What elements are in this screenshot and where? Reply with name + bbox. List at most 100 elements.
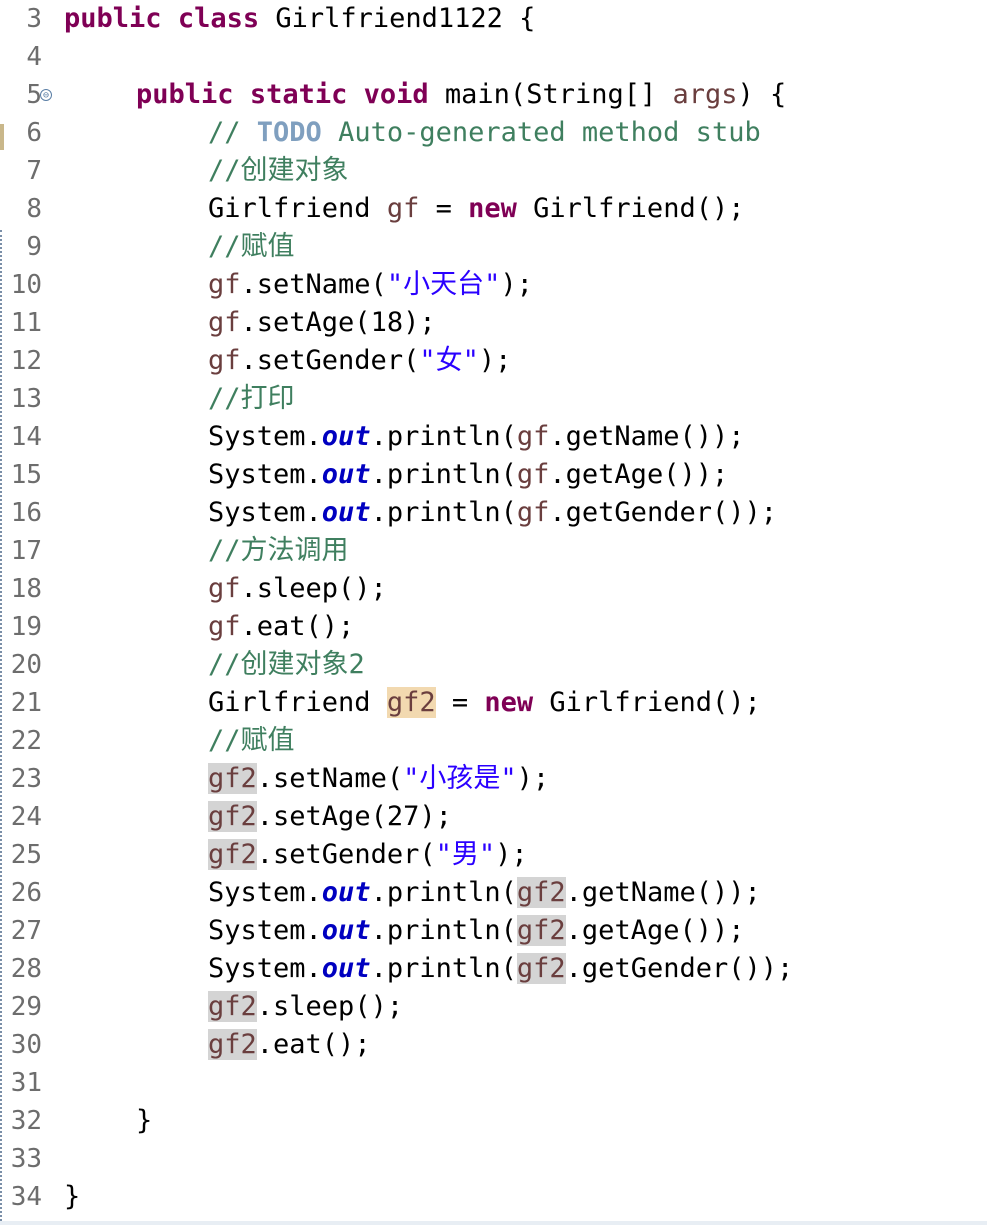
code-line[interactable]: 8 Girlfriend gf = new Girlfriend(); (0, 190, 987, 228)
statement: gf.setGender("女"); (208, 345, 512, 376)
code-line[interactable]: 20 //创建对象2 (0, 646, 987, 684)
code-line[interactable]: 29 gf2.sleep(); (0, 988, 987, 1026)
statement: gf2.setAge(27); (208, 801, 452, 832)
code-line[interactable]: 17 //方法调用 (0, 532, 987, 570)
comment: //创建对象2 (208, 649, 365, 680)
closing-brace: } (136, 1105, 153, 1136)
code-line[interactable]: 21 Girlfriend gf2 = new Girlfriend(); (0, 684, 987, 722)
line-number: 19 (10, 612, 42, 642)
code-line[interactable]: 15 System.out.println(gf.getAge()); (0, 456, 987, 494)
java-code-editor[interactable]: 3 public class Girlfriend1122 { 4 5 ⊖ pu… (0, 0, 987, 1225)
statement: gf2.eat(); (208, 1029, 371, 1060)
line-number: 27 (10, 916, 42, 946)
statement: Girlfriend gf2 = new Girlfriend(); (208, 687, 761, 718)
statement: gf.eat(); (208, 611, 355, 642)
line-number: 14 (10, 422, 42, 452)
code-line[interactable]: 19 gf.eat(); (0, 608, 987, 646)
todo-comment: // TODO Auto-generated method stub (208, 117, 761, 148)
line-number: 29 (10, 992, 42, 1022)
statement: gf.sleep(); (208, 573, 387, 604)
line-number: 5 (26, 80, 42, 110)
code-line[interactable]: 10 gf.setName("小天台"); (0, 266, 987, 304)
code-line[interactable]: 5 ⊖ public static void main(String[] arg… (0, 76, 987, 114)
occurrence-highlight: gf2 (516, 877, 566, 908)
code-line[interactable]: 7 //创建对象 (0, 152, 987, 190)
statement: gf.setName("小天台"); (208, 269, 533, 300)
comment: //赋值 (208, 725, 295, 756)
class-declaration: public class Girlfriend1122 { (64, 3, 536, 34)
code-line[interactable]: 30 gf2.eat(); (0, 1026, 987, 1064)
code-line[interactable]: 22 //赋值 (0, 722, 987, 760)
line-number: 3 (26, 4, 42, 34)
code-line[interactable]: 27 System.out.println(gf2.getAge()); (0, 912, 987, 950)
line-number: 13 (10, 384, 42, 414)
code-line[interactable]: 16 System.out.println(gf.getGender()); (0, 494, 987, 532)
statement: Girlfriend gf = new Girlfriend(); (208, 193, 745, 224)
line-number: 23 (10, 764, 42, 794)
occurrence-highlight: gf2 (208, 991, 257, 1022)
code-line[interactable]: 32 } (0, 1102, 987, 1140)
line-number: 20 (10, 650, 42, 680)
comment: //打印 (208, 383, 295, 414)
selected-identifier: gf2 (386, 687, 436, 718)
code-line[interactable]: 18 gf.sleep(); (0, 570, 987, 608)
code-line[interactable]: 28 System.out.println(gf2.getGender()); (0, 950, 987, 988)
line-number: 8 (26, 194, 42, 224)
line-number: 24 (10, 802, 42, 832)
line-number: 15 (10, 460, 42, 490)
line-number: 21 (10, 688, 42, 718)
code-line[interactable]: 33 (0, 1140, 987, 1178)
line-number: 7 (26, 156, 42, 186)
code-area[interactable]: 3 public class Girlfriend1122 { 4 5 ⊖ pu… (0, 0, 987, 1216)
line-number: 17 (10, 536, 42, 566)
line-number: 16 (10, 498, 42, 528)
line-number: 25 (10, 840, 42, 870)
comment: //赋值 (208, 231, 295, 262)
line-number: 18 (10, 574, 42, 604)
line-number: 12 (10, 346, 42, 376)
line-number: 9 (26, 232, 42, 262)
statement: gf.setAge(18); (208, 307, 436, 338)
line-number: 26 (10, 878, 42, 908)
statement: System.out.println(gf.getAge()); (208, 459, 729, 490)
closing-brace: } (64, 1181, 81, 1212)
line-number: 4 (26, 42, 42, 72)
occurrence-highlight: gf2 (208, 839, 257, 870)
code-line[interactable]: 34 } (0, 1178, 987, 1216)
statement: System.out.println(gf.getName()); (208, 421, 745, 452)
comment: //创建对象 (208, 155, 349, 186)
code-line[interactable]: 3 public class Girlfriend1122 { (0, 0, 987, 38)
fold-collapse-icon[interactable]: ⊖ (40, 89, 52, 101)
code-line[interactable]: 4 (0, 38, 987, 76)
statement: System.out.println(gf2.getGender()); (208, 953, 794, 984)
code-line[interactable]: 13 //打印 (0, 380, 987, 418)
line-number: 11 (10, 308, 42, 338)
code-line[interactable]: 9 //赋值 (0, 228, 987, 266)
code-line[interactable]: 11 gf.setAge(18); (0, 304, 987, 342)
code-line[interactable]: 14 System.out.println(gf.getName()); (0, 418, 987, 456)
code-line[interactable]: 26 System.out.println(gf2.getName()); (0, 874, 987, 912)
occurrence-highlight: gf2 (516, 915, 566, 946)
editor-bottom-edge (0, 1221, 987, 1225)
occurrence-highlight: gf2 (208, 801, 257, 832)
occurrence-highlight: gf2 (208, 763, 257, 794)
code-line[interactable]: 31 (0, 1064, 987, 1102)
code-line[interactable]: 23 gf2.setName("小孩是"); (0, 760, 987, 798)
code-line[interactable]: 6 // TODO Auto-generated method stub (0, 114, 987, 152)
code-line[interactable]: 24 gf2.setAge(27); (0, 798, 987, 836)
line-number: 28 (10, 954, 42, 984)
line-number: 10 (10, 270, 42, 300)
line-number: 30 (10, 1030, 42, 1060)
occurrence-highlight: gf2 (208, 1029, 257, 1060)
comment: //方法调用 (208, 535, 349, 566)
statement: gf2.setName("小孩是"); (208, 763, 550, 794)
line-number: 34 (10, 1182, 42, 1212)
statement: gf2.setGender("男"); (208, 839, 528, 870)
code-line[interactable]: 25 gf2.setGender("男"); (0, 836, 987, 874)
code-line[interactable]: 12 gf.setGender("女"); (0, 342, 987, 380)
statement: System.out.println(gf2.getAge()); (208, 915, 745, 946)
line-number: 6 (26, 118, 42, 148)
line-number: 31 (10, 1068, 42, 1098)
method-declaration: public static void main(String[] args) { (136, 79, 787, 110)
statement: System.out.println(gf2.getName()); (208, 877, 761, 908)
